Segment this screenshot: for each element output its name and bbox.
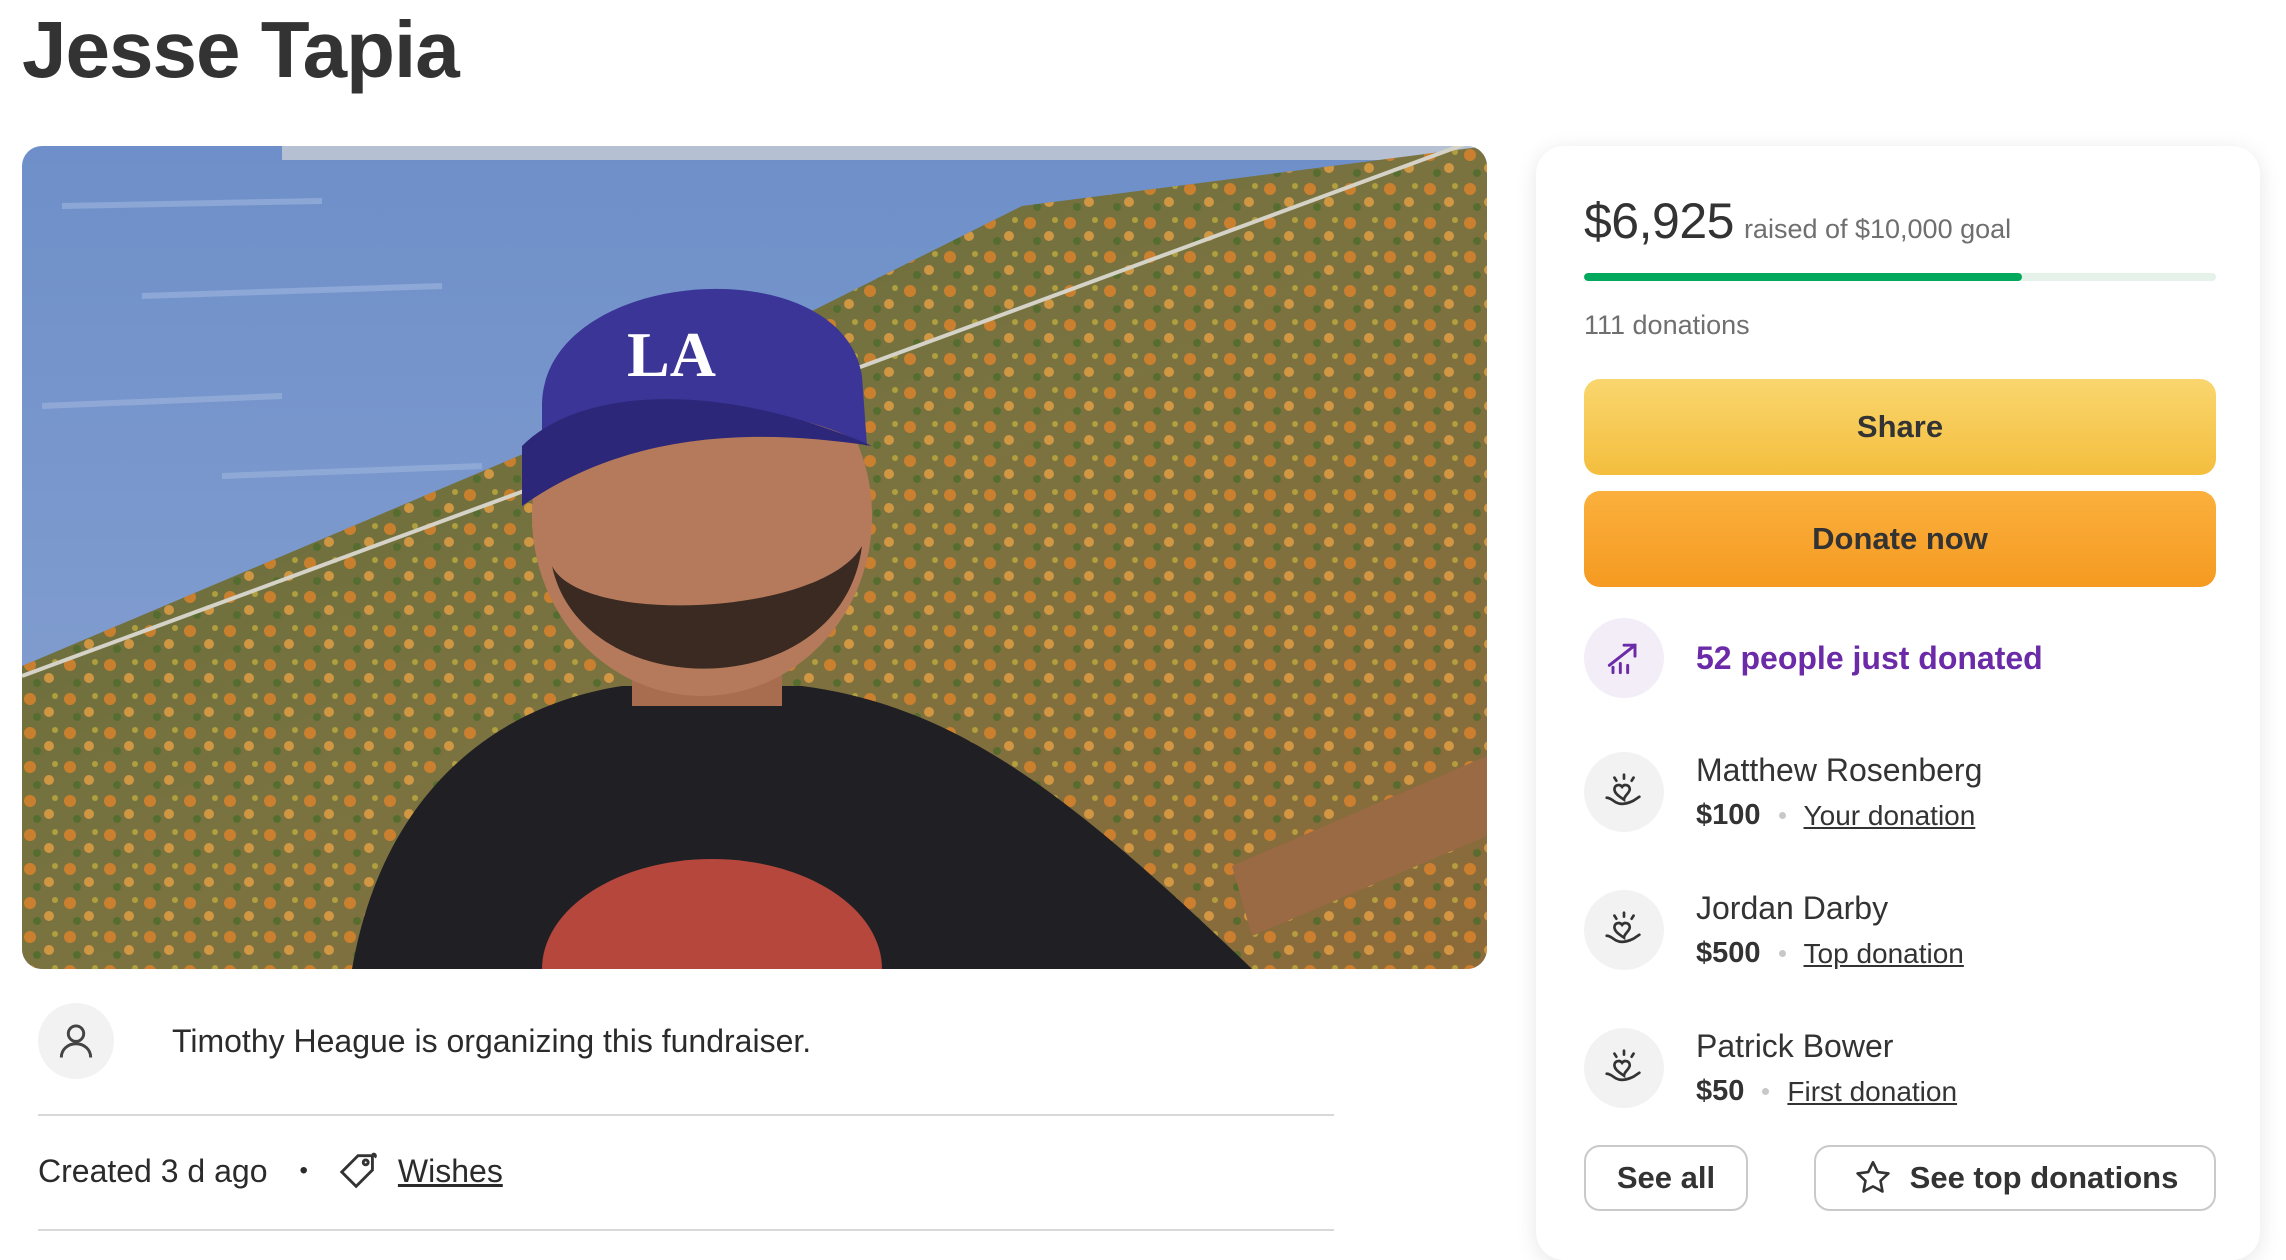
trend-text: 52 people just donated (1696, 639, 2043, 676)
heart-hand-icon (1605, 1049, 1641, 1082)
donor-details: $50 First donation (1696, 1075, 1957, 1108)
heart-hand-icon (1605, 773, 1641, 806)
category-tag[interactable]: Wishes (336, 1148, 503, 1194)
divider (38, 1229, 1334, 1231)
raised-summary: $6,925 raised of $10,000 goal (1584, 192, 2011, 250)
raised-amount: $6,925 (1584, 193, 1734, 249)
share-button[interactable]: Share (1584, 379, 2216, 475)
organizer-avatar (38, 1003, 114, 1079)
divider (38, 1114, 1334, 1116)
organizer-row: Timothy Heague is organizing this fundra… (38, 1003, 811, 1079)
donor-name: Matthew Rosenberg (1696, 752, 1983, 788)
bullet-separator (1778, 812, 1786, 819)
donor-details: $100 Your donation (1696, 799, 1982, 832)
meta-separator: • (299, 1157, 308, 1184)
donor-label-link[interactable]: Your donation (1804, 800, 1976, 832)
category-link[interactable]: Wishes (398, 1153, 503, 1190)
donor-item: Patrick Bower $50 First donation (1584, 1028, 1957, 1108)
trending-up-icon (1607, 643, 1637, 675)
donor-name: Patrick Bower (1696, 1028, 1894, 1064)
donor-name: Jordan Darby (1696, 890, 1889, 926)
donor-amount: $500 (1696, 937, 1761, 969)
donor-info: Jordan Darby $500 Top donation (1696, 890, 1964, 970)
donate-now-button[interactable]: Donate now (1584, 491, 2216, 587)
tag-icon (339, 1152, 377, 1189)
fundraiser-meta: Created 3 d ago • Wishes (38, 1148, 503, 1194)
progress-bar (1584, 273, 2216, 281)
donation-card: $6,925 raised of $10,000 goal 111 donati… (1536, 146, 2260, 1260)
cap-logo: LA (627, 319, 716, 390)
donor-info: Matthew Rosenberg $100 Your donation (1696, 752, 1982, 832)
see-all-button[interactable]: See all (1584, 1145, 1748, 1211)
bullet-separator (1778, 950, 1786, 957)
trend-badge (1584, 618, 1664, 698)
person-icon (59, 1024, 93, 1058)
donor-badge (1584, 1028, 1664, 1108)
donation-count: 111 donations (1584, 310, 1750, 340)
see-all-label: See all (1616, 1160, 1716, 1195)
donor-info: Patrick Bower $50 First donation (1696, 1028, 1957, 1108)
donor-details: $500 Top donation (1696, 937, 1964, 970)
page-title: Jesse Tapia (22, 5, 460, 94)
donor-badge (1584, 752, 1664, 832)
created-date: Created 3 d ago (38, 1152, 268, 1189)
goal-text: raised of $10,000 goal (1743, 214, 2012, 244)
recent-donations-indicator: 52 people just donated (1584, 618, 2043, 698)
donor-item: Matthew Rosenberg $100 Your donation (1584, 752, 1982, 832)
see-top-donations-label: See top donations (1909, 1160, 2179, 1195)
organizer-text: Timothy Heague is organizing this fundra… (172, 1022, 812, 1059)
donor-label-link[interactable]: First donation (1787, 1076, 1957, 1108)
donor-badge (1584, 890, 1664, 970)
fundraiser-photo-illustration: LA (22, 146, 1487, 969)
heart-hand-icon (1605, 911, 1641, 944)
bullet-separator (1762, 1088, 1770, 1095)
donor-amount: $50 (1696, 1075, 1745, 1107)
fundraiser-photo[interactable]: LA (22, 146, 1487, 969)
donor-amount: $100 (1696, 799, 1761, 831)
donor-item: Jordan Darby $500 Top donation (1584, 890, 1964, 970)
see-top-donations-button[interactable]: See top donations (1814, 1145, 2216, 1211)
star-icon (1855, 1160, 1890, 1193)
donor-label-link[interactable]: Top donation (1804, 938, 1964, 970)
progress-fill (1584, 273, 2022, 281)
